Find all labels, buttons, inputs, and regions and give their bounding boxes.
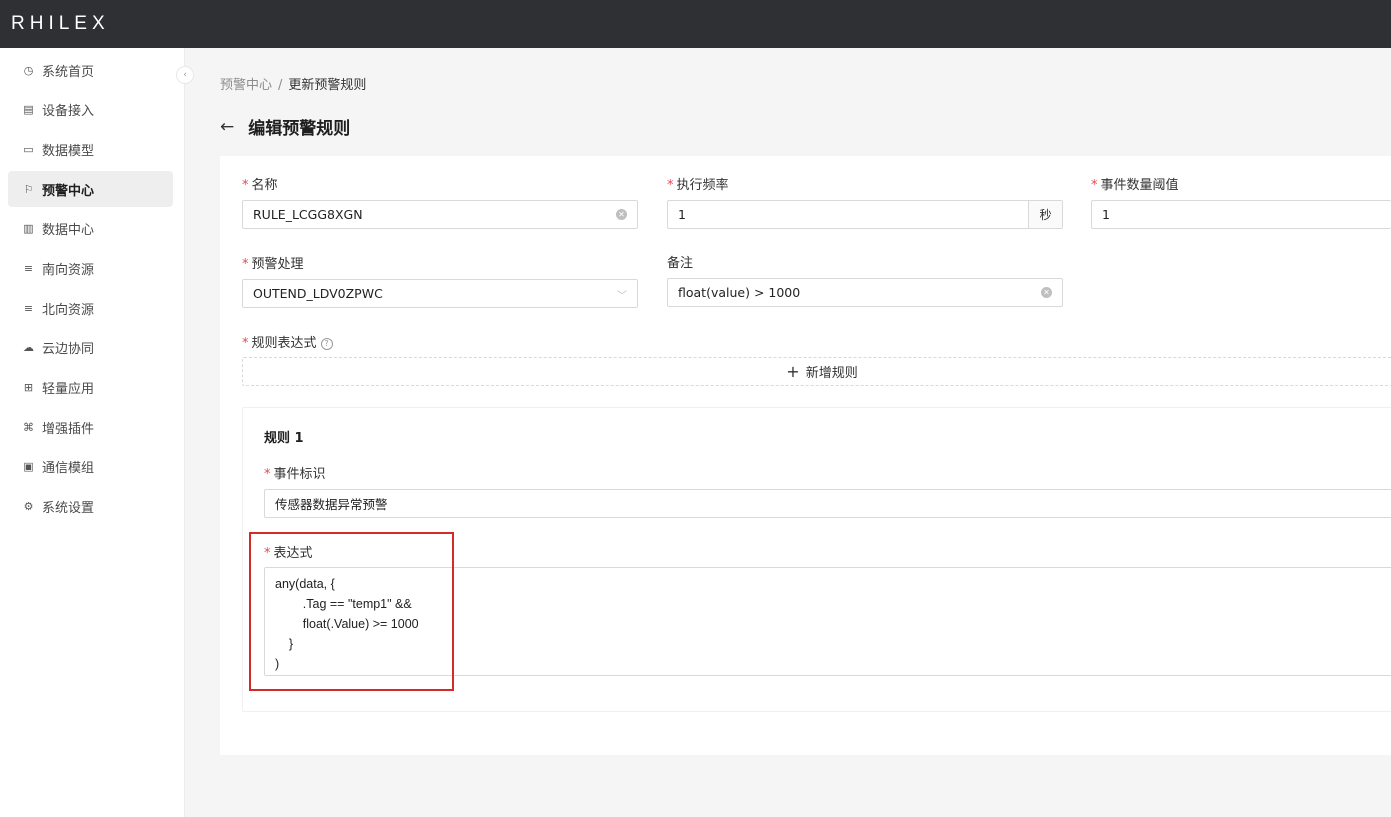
gear-icon: ⚙ xyxy=(23,500,34,514)
expression-label: * 表达式 xyxy=(264,542,313,561)
threshold-input-value: 1 xyxy=(1102,207,1110,222)
sidebar-item[interactable]: ▣ 通信模组 xyxy=(8,449,173,485)
page-title: 编辑预警规则 xyxy=(248,119,351,139)
breadcrumb: 预警中心 / 更新预警规则 xyxy=(220,74,366,93)
sidebar-item-label: 系统设置 xyxy=(42,501,95,517)
sidebar-item[interactable]: ☁ 云边协同 xyxy=(8,330,173,366)
event-input-value: 传感器数据异常预警 xyxy=(275,497,388,512)
handler-select[interactable]: OUTEND_LDV0ZPWC ﹀ xyxy=(242,279,638,308)
sidebar-item-label: 数据中心 xyxy=(42,223,95,239)
breadcrumb-separator: / xyxy=(278,78,283,93)
frequency-input[interactable]: 1 秒 xyxy=(667,200,1063,229)
frequency-label: * 执行频率 xyxy=(667,174,729,193)
expression-label-text: 表达式 xyxy=(273,546,313,561)
page-header: ← 编辑预警规则 xyxy=(220,114,351,140)
sidebar-collapse-button[interactable]: ‹ xyxy=(176,66,194,84)
required-mark: * xyxy=(242,257,249,272)
sidebar-item[interactable]: ⊞ 轻量应用 xyxy=(8,370,173,406)
required-mark: * xyxy=(264,546,271,561)
add-rule-label: 新增规则 xyxy=(805,366,858,381)
sidebar-item-label: 增强插件 xyxy=(42,421,95,437)
required-mark: * xyxy=(242,336,249,351)
frequency-input-value: 1 xyxy=(678,207,686,222)
name-input-value: RULE_LCGG8XGN xyxy=(253,207,363,222)
question-circle-icon[interactable]: ? xyxy=(320,338,333,350)
sidebar-item-label: 通信模组 xyxy=(42,461,95,477)
rule-card: 规则 1 * 事件标识 传感器数据异常预警 * 表达式 any(data, { .T… xyxy=(242,407,1391,712)
sidebar-item[interactable]: ▤ 设备接入 xyxy=(8,92,173,128)
cloud-icon: ☁ xyxy=(23,341,34,355)
required-mark: * xyxy=(264,467,271,482)
north-icon: ≡ xyxy=(23,301,34,315)
name-input[interactable]: RULE_LCGG8XGN ✕ xyxy=(242,200,638,229)
sidebar-item[interactable]: ▭ 数据模型 xyxy=(8,131,173,167)
threshold-input[interactable]: 1 xyxy=(1091,200,1391,229)
model-icon: ▭ xyxy=(23,142,34,156)
sidebar-item-label: 预警中心 xyxy=(42,183,95,199)
frequency-unit: 秒 xyxy=(1028,201,1062,228)
chevron-down-icon: ﹀ xyxy=(617,291,627,302)
frequency-label-text: 执行频率 xyxy=(676,178,729,193)
app-icon: ⊞ xyxy=(23,381,34,394)
sidebar-item[interactable]: ⚙ 系统设置 xyxy=(8,489,173,525)
clear-icon[interactable]: ✕ xyxy=(616,209,627,220)
sidebar: ◷ 系统首页 ▤ 设备接入 ▭ 数据模型 ⚐ 预警中心 ▥ 数据中心 ≡ 南向资源 ≡ 北向资源 ☁ 云边协同… xyxy=(0,48,185,817)
handler-select-value: OUTEND_LDV0ZPWC xyxy=(253,286,383,301)
sidebar-item-label: 南向资源 xyxy=(42,262,95,278)
sidebar-item[interactable]: ≡ 北向资源 xyxy=(8,290,173,326)
sidebar-item[interactable]: ◷ 系统首页 xyxy=(8,52,173,88)
threshold-label-text: 事件数量阈值 xyxy=(1100,178,1179,193)
expression-textarea[interactable]: any(data, { .Tag == "temp1" && float(.Va… xyxy=(264,567,1391,676)
handler-label: * 预警处理 xyxy=(242,253,304,272)
add-rule-button[interactable]: + 新增规则 xyxy=(242,357,1391,386)
handler-label-text: 预警处理 xyxy=(251,257,304,272)
sidebar-item-label: 系统首页 xyxy=(42,64,95,80)
expressions-label-text: 规则表达式 xyxy=(251,336,317,351)
sidebar-item[interactable]: ▥ 数据中心 xyxy=(8,211,173,247)
remark-label-text: 备注 xyxy=(667,256,694,271)
remark-label: 备注 xyxy=(667,252,693,271)
alarm-icon: ⚐ xyxy=(23,182,34,196)
required-mark: * xyxy=(667,178,674,193)
event-label: * 事件标识 xyxy=(264,463,326,482)
sidebar-item-label: 北向资源 xyxy=(42,302,95,318)
sidebar-item[interactable]: ≡ 南向资源 xyxy=(8,250,173,286)
remark-input-value: float(value) > 1000 xyxy=(678,285,801,300)
main-content: 预警中心 / 更新预警规则 ← 编辑预警规则 * 名称 RULE_LCGG8XGN ✕… xyxy=(185,48,1391,817)
sidebar-menu: ◷ 系统首页 ▤ 设备接入 ▭ 数据模型 ⚐ 预警中心 ▥ 数据中心 ≡ 南向资源 ≡ 北向资源 ☁ 云边协同… xyxy=(8,52,173,528)
data-icon: ▥ xyxy=(23,222,34,236)
name-label: * 名称 xyxy=(242,174,278,193)
rule-title: 规则 1 xyxy=(264,431,304,446)
form-card: * 名称 RULE_LCGG8XGN ✕ * 执行频率 1 秒 * 事件数量阈值 1 … xyxy=(220,156,1391,755)
required-mark: * xyxy=(1091,178,1098,193)
dashboard-icon: ◷ xyxy=(23,63,34,77)
clear-icon[interactable]: ✕ xyxy=(1041,287,1052,298)
sidebar-item-label: 云边协同 xyxy=(42,342,95,358)
event-input[interactable]: 传感器数据异常预警 xyxy=(264,489,1391,518)
plus-icon: + xyxy=(786,362,800,381)
threshold-label: * 事件数量阈值 xyxy=(1091,174,1179,193)
chevron-left-icon: ‹ xyxy=(183,70,187,80)
sidebar-item[interactable]: ⚐ 预警中心 xyxy=(8,171,173,208)
required-mark: * xyxy=(242,178,249,193)
name-label-text: 名称 xyxy=(251,178,278,193)
sidebar-item[interactable]: ⌘ 增强插件 xyxy=(8,409,173,445)
sidebar-item-label: 轻量应用 xyxy=(42,382,95,397)
south-icon: ≡ xyxy=(23,261,34,275)
sidebar-item-label: 数据模型 xyxy=(42,143,95,159)
app-logo[interactable]: RHILEX xyxy=(11,13,110,35)
expressions-label: * 规则表达式? xyxy=(242,332,333,351)
back-arrow-icon[interactable]: ← xyxy=(220,117,234,137)
plugin-icon: ⌘ xyxy=(23,420,34,434)
breadcrumb-current: 更新预警规则 xyxy=(288,78,367,93)
event-label-text: 事件标识 xyxy=(273,467,326,482)
sidebar-item-label: 设备接入 xyxy=(42,104,95,120)
device-icon: ▤ xyxy=(23,103,34,117)
top-bar: RHILEX xyxy=(0,0,1391,48)
chip-icon: ▣ xyxy=(23,460,34,474)
breadcrumb-parent[interactable]: 预警中心 xyxy=(220,78,272,93)
remark-input[interactable]: float(value) > 1000 ✕ xyxy=(667,278,1063,307)
